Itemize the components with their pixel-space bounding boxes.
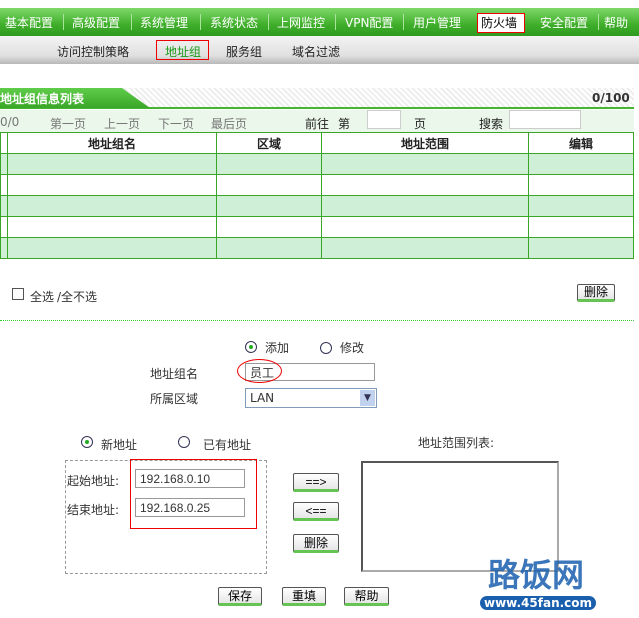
mode-edit-radio[interactable] [320, 342, 332, 354]
page-prefix-label: 第 [338, 117, 351, 131]
table-row [0, 153, 634, 175]
goto-label: 前往 [305, 117, 330, 131]
select-all-link[interactable]: 全选 [30, 288, 54, 305]
watermark-url: www.45fan.com [480, 596, 597, 610]
next-page-link[interactable]: 下一页 [158, 115, 194, 132]
first-page-link[interactable]: 第一页 [50, 115, 86, 132]
mode-add-radio[interactable] [245, 341, 257, 353]
nav-vpn-config[interactable]: VPN配置 [345, 14, 393, 31]
table-row [0, 174, 634, 196]
col-range: 地址范围 [321, 132, 529, 154]
col-name: 地址组名 [7, 132, 217, 154]
delete-range-button[interactable]: 删除 [293, 534, 339, 553]
existing-address-label: 已有地址 [203, 438, 252, 452]
zone-label: 所属区域 [150, 392, 199, 406]
zone-select[interactable]: LAN ▼ [245, 388, 377, 408]
nav-internet-monitor[interactable]: 上网监控 [277, 14, 325, 31]
top-nav: 基本配置 高级配置 系统管理 系统状态 上网监控 VPN配置 用户管理 防火墙 … [0, 8, 639, 36]
help-button[interactable]: 帮助 [344, 587, 389, 606]
mode-edit-label: 修改 [340, 341, 365, 355]
annotation-box [130, 459, 257, 529]
zone-select-value: LAN [250, 391, 275, 405]
page-number-input[interactable] [367, 110, 401, 129]
subnav-address-group[interactable]: 地址组 [165, 43, 201, 60]
address-group-table: 地址组名 区域 地址范围 编辑 [0, 132, 634, 259]
reset-button[interactable]: 重填 [282, 587, 326, 606]
col-edit: 编辑 [528, 132, 634, 154]
page-indicator: 0/0 [0, 115, 20, 129]
remove-range-button[interactable]: <== [293, 502, 339, 521]
add-range-button[interactable]: ==> [293, 473, 339, 492]
search-label: 搜索 [479, 117, 504, 131]
nav-firewall[interactable]: 防火墙 [481, 14, 517, 31]
table-row [0, 216, 634, 238]
table-row [0, 237, 634, 259]
new-address-radio[interactable] [81, 436, 93, 448]
col-select [0, 132, 8, 154]
nav-user-management[interactable]: 用户管理 [413, 14, 461, 31]
existing-address-radio[interactable] [178, 436, 190, 448]
subnav-access-policy[interactable]: 访问控制策略 [57, 43, 129, 60]
prev-page-link[interactable]: 上一页 [104, 115, 140, 132]
table-header: 地址组名 区域 地址范围 编辑 [0, 132, 634, 154]
watermark-brand: 路饭网 [488, 556, 585, 594]
col-zone: 区域 [216, 132, 322, 154]
range-list-label: 地址范围列表: [418, 436, 495, 450]
watermark-logo: 路饭网 www.45fan.com [480, 550, 639, 618]
save-button[interactable]: 保存 [218, 587, 262, 606]
nav-system-management[interactable]: 系统管理 [140, 14, 188, 31]
table-row [0, 195, 634, 217]
nav-advanced-config[interactable]: 高级配置 [72, 14, 120, 31]
nav-system-status[interactable]: 系统状态 [210, 14, 258, 31]
select-all-checkbox[interactable] [12, 288, 24, 300]
annotation-circle [237, 359, 282, 383]
subnav-domain-filter[interactable]: 域名过滤 [292, 43, 340, 60]
divider [0, 320, 634, 321]
delete-selected-button[interactable]: 删除 [577, 284, 615, 302]
page-suffix-label: 页 [414, 117, 427, 131]
start-address-label: 起始地址: [67, 474, 120, 488]
sub-nav: 访问控制策略 地址组 服务组 域名过滤 [0, 36, 639, 64]
nav-basic-config[interactable]: 基本配置 [5, 14, 53, 31]
last-page-link[interactable]: 最后页 [211, 115, 247, 132]
subnav-service-group[interactable]: 服务组 [226, 43, 262, 60]
nav-security-config[interactable]: 安全配置 [540, 14, 588, 31]
nav-help[interactable]: 帮助 [604, 14, 628, 31]
list-count: 0/100 [592, 91, 630, 105]
mode-add-label: 添加 [265, 341, 290, 355]
end-address-label: 结束地址: [67, 503, 120, 517]
group-name-label: 地址组名 [150, 367, 199, 381]
search-input[interactable] [509, 110, 581, 129]
new-address-label: 新地址 [101, 438, 138, 452]
chevron-down-icon: ▼ [360, 390, 375, 406]
select-none-link[interactable]: /全不选 [57, 288, 97, 305]
